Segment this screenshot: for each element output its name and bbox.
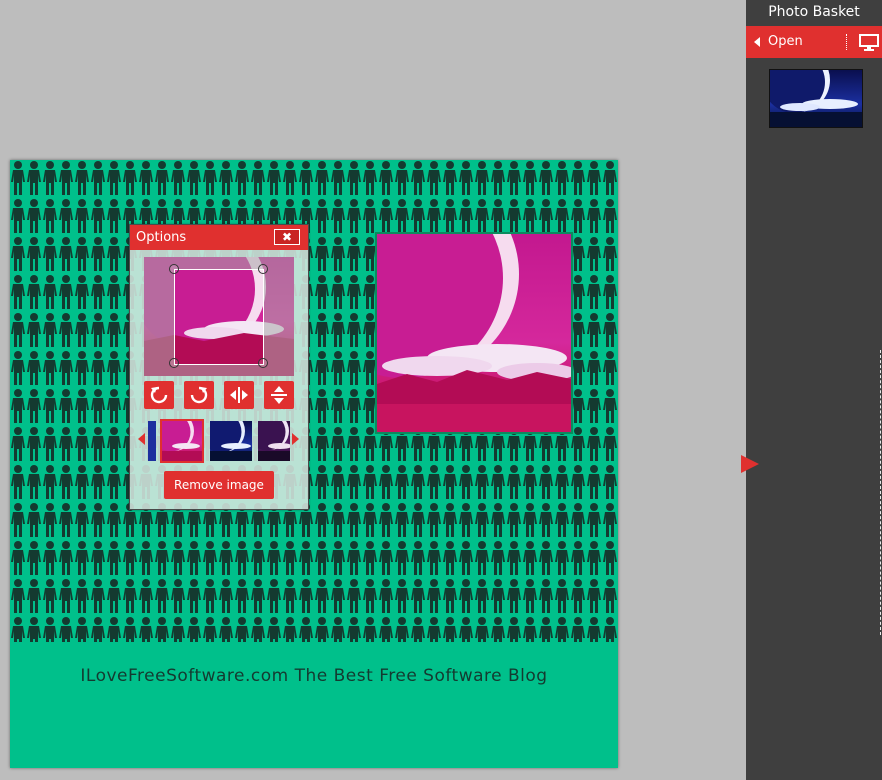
crop-mask <box>263 269 294 364</box>
expand-arrow-icon[interactable] <box>741 455 759 473</box>
crop-handle-bottom-right[interactable] <box>258 358 268 368</box>
sidebar-title: Photo Basket <box>768 4 860 20</box>
crop-preview[interactable] <box>144 257 294 376</box>
sidebar-toolbar: Open <box>746 26 882 58</box>
strip-next-arrow-icon[interactable] <box>292 433 299 445</box>
canvas-photo[interactable] <box>375 232 573 434</box>
crop-handle-top-right[interactable] <box>258 264 268 274</box>
collage-canvas[interactable]: ILoveFreeSoftware.com The Best Free Soft… <box>10 160 618 768</box>
crop-box[interactable] <box>174 269 264 365</box>
flip-horizontal-button[interactable] <box>224 381 254 409</box>
crop-handle-top-left[interactable] <box>169 264 179 274</box>
rotate-left-button[interactable] <box>144 381 174 409</box>
flip-vertical-icon <box>271 386 287 404</box>
filter-thumbnail-blue[interactable] <box>210 421 252 461</box>
filter-thumbnail-purple[interactable] <box>258 421 290 461</box>
rotate-right-button[interactable] <box>184 381 214 409</box>
filter-thumbnail-strip <box>138 419 299 465</box>
canvas-caption[interactable]: ILoveFreeSoftware.com The Best Free Soft… <box>10 666 618 686</box>
caret-left-icon <box>754 37 760 47</box>
photo-basket-sidebar: Photo Basket Open <box>746 0 882 780</box>
rotate-right-icon <box>190 386 208 404</box>
open-label: Open <box>768 34 803 49</box>
options-dialog: Options ✖ Remove image <box>129 224 309 510</box>
monitor-icon[interactable] <box>858 32 880 52</box>
drop-zone-edge <box>880 350 881 635</box>
options-title: Options <box>136 230 187 245</box>
flip-vertical-button[interactable] <box>264 381 294 409</box>
crop-mask <box>144 257 294 269</box>
strip-prev-arrow-icon[interactable] <box>138 433 145 445</box>
filter-thumbnail-pink[interactable] <box>160 419 204 463</box>
rotate-left-icon <box>150 386 168 404</box>
crop-handle-bottom-left[interactable] <box>169 358 179 368</box>
crop-mask <box>144 364 294 376</box>
close-icon[interactable]: ✖ <box>274 229 300 245</box>
flip-horizontal-icon <box>230 387 248 403</box>
basket-photo-thumbnail[interactable] <box>769 69 863 128</box>
remove-image-button[interactable]: Remove image <box>164 471 274 499</box>
crop-mask <box>144 269 174 364</box>
filter-thumbnail-partial[interactable] <box>148 421 156 461</box>
open-button[interactable]: Open <box>746 26 844 58</box>
toolbar-divider <box>846 34 847 50</box>
options-header: Options ✖ <box>130 225 308 250</box>
